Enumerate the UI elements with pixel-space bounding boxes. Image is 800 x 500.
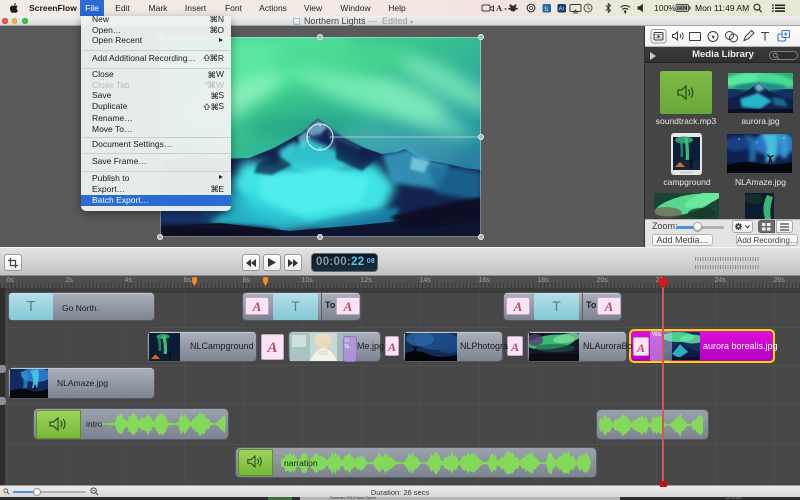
svg-text:Mon 11:49 AM: Mon 11:49 AM: [695, 3, 749, 13]
svg-text:A: A: [496, 3, 503, 13]
svg-text:Ai: Ai: [559, 7, 564, 13]
svg-text:EX2: EX2: [678, 6, 687, 11]
svg-text:S: S: [544, 6, 549, 13]
svg-text:100%: 100%: [654, 3, 676, 13]
